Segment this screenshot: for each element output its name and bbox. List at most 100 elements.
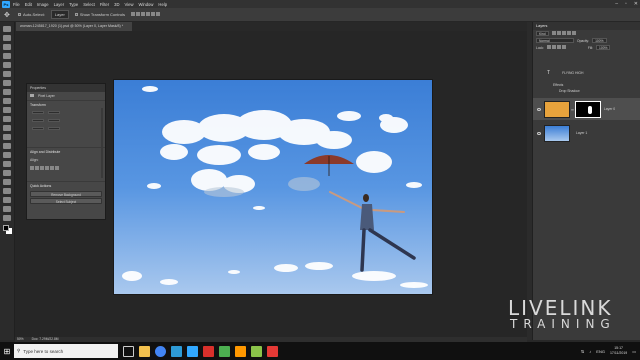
app-icon-2[interactable] [235, 345, 246, 357]
filter-icons[interactable] [551, 31, 577, 36]
document-tab[interactable]: woman-1245817_1920 (1).psd @ 50% (Layer … [16, 22, 132, 31]
move-tool-icon[interactable] [3, 26, 11, 32]
lock-label: Lock: [536, 45, 544, 50]
menu-edit[interactable]: Edit [25, 2, 32, 7]
livelink-watermark: LIVELINK TRAINING [508, 298, 626, 331]
align-icons[interactable] [130, 12, 161, 17]
app-icon-3[interactable] [251, 345, 262, 357]
app-icon-4[interactable] [267, 345, 278, 357]
layer-1-name: Layer 1 [576, 131, 588, 135]
history-brush-icon[interactable] [3, 116, 11, 122]
move-tool-icon[interactable]: ✥ [4, 11, 10, 19]
windows-start-icon[interactable]: ⊞ [0, 342, 14, 360]
fill-field[interactable]: 100% [596, 45, 611, 50]
menu-window[interactable]: Window [139, 2, 154, 7]
opacity-field[interactable]: 100% [592, 38, 607, 43]
remove-background-button[interactable]: Remove Background [30, 191, 102, 197]
path-select-tool-icon[interactable] [3, 179, 11, 185]
more-tools-icon[interactable] [3, 215, 11, 221]
document-canvas[interactable] [113, 79, 433, 295]
show-transform-checkbox[interactable]: Show Transform Controls [74, 12, 125, 17]
marquee-tool-icon[interactable] [3, 35, 11, 41]
menu-select[interactable]: Select [83, 2, 95, 7]
zoom-tool-icon[interactable] [3, 206, 11, 212]
fill-label: Fill: [587, 45, 594, 50]
healing-tool-icon[interactable] [3, 89, 11, 95]
align-buttons[interactable] [27, 164, 105, 173]
task-view-icon[interactable] [123, 345, 134, 357]
link-icon[interactable]: ∞ [571, 107, 574, 112]
windows-taskbar: ⊞ ⚲ Type here to search ⇅ ♪ ENG 15:17 17… [0, 342, 640, 360]
align-sub-label: Align: [30, 158, 39, 162]
blend-row: Normal Opacity: 100% [533, 37, 640, 44]
language-indicator[interactable]: ENG [596, 349, 605, 354]
auto-select-dropdown[interactable]: Layer [50, 10, 69, 19]
quick-actions-header[interactable]: Quick Actions [27, 181, 105, 190]
volume-icon[interactable]: ♪ [589, 349, 591, 354]
blur-tool-icon[interactable] [3, 143, 11, 149]
lock-icons[interactable] [546, 45, 567, 50]
brush-tool-icon[interactable] [3, 98, 11, 104]
taskbar-search-box[interactable]: ⚲ Type here to search [14, 344, 118, 358]
layer-0-mask-thumbnail[interactable] [574, 100, 601, 118]
menu-image[interactable]: Image [37, 2, 49, 7]
clock[interactable]: 15:17 17/11/2019 [610, 346, 627, 356]
layer-1-row[interactable]: Layer 1 [533, 122, 640, 144]
explorer-icon[interactable] [139, 345, 150, 357]
dodge-tool-icon[interactable] [3, 152, 11, 158]
layer-0-row[interactable]: ∞ Layer 0 [533, 98, 640, 120]
layer-kind-label: Pixel Layer [37, 94, 55, 98]
network-icon[interactable]: ⇅ [581, 349, 584, 354]
maximize-icon[interactable]: ▫ [625, 0, 627, 8]
transform-fields-3[interactable] [27, 125, 105, 133]
pen-tool-icon[interactable] [3, 161, 11, 167]
align-header[interactable]: Align and Distribute [27, 147, 105, 156]
gradient-tool-icon[interactable] [3, 134, 11, 140]
eyedropper-tool-icon[interactable] [3, 80, 11, 86]
window-controls: – ▫ ✕ [615, 0, 638, 8]
blend-mode-dropdown[interactable]: Normal [536, 38, 574, 43]
effects-label: Effects [553, 83, 564, 87]
clock-date: 17/11/2019 [609, 351, 628, 355]
visibility-eye-icon[interactable] [537, 131, 541, 135]
visibility-eye-icon[interactable] [537, 107, 541, 111]
type-tool-icon[interactable] [3, 170, 11, 176]
stamp-tool-icon[interactable] [3, 107, 11, 113]
transform-fields-1[interactable] [27, 109, 105, 117]
drop-shadow-row[interactable]: Drop Shadow [533, 88, 640, 94]
menu-view[interactable]: View [125, 2, 134, 7]
close-icon[interactable]: ✕ [634, 0, 638, 8]
transform-header[interactable]: Transform [27, 100, 105, 109]
foreground-color-swatch[interactable] [3, 225, 9, 231]
photoshop-taskbar-icon[interactable] [187, 345, 198, 357]
menu-3d[interactable]: 3D [114, 2, 119, 7]
menu-file[interactable]: File [13, 2, 20, 7]
menu-help[interactable]: Help [158, 2, 167, 7]
menu-filter[interactable]: Filter [100, 2, 109, 7]
menu-type[interactable]: Type [69, 2, 78, 7]
acrobat-icon[interactable] [203, 345, 214, 357]
edge-icon[interactable] [171, 345, 182, 357]
transform-fields-2[interactable] [27, 117, 105, 125]
lasso-tool-icon[interactable] [3, 44, 11, 50]
quick-select-tool-icon[interactable] [3, 53, 11, 59]
options-bar: ✥ Auto-Select: Layer Show Transform Cont… [0, 8, 640, 22]
eraser-tool-icon[interactable] [3, 125, 11, 131]
layers-title[interactable]: Layers [533, 22, 640, 30]
photoshop-logo: Ps [2, 0, 10, 8]
menu-layer[interactable]: Layer [54, 2, 64, 7]
hand-tool-icon[interactable] [3, 197, 11, 203]
minimize-icon[interactable]: – [615, 0, 618, 8]
frame-tool-icon[interactable] [3, 71, 11, 77]
lock-row: Lock: Fill: 100% [533, 44, 640, 51]
auto-select-checkbox[interactable]: Auto-Select: [18, 12, 45, 17]
text-layer-row[interactable]: T FLYING HIGH [533, 67, 640, 79]
properties-scrollbar[interactable] [101, 108, 103, 178]
select-subject-button[interactable]: Select Subject [30, 198, 102, 204]
crop-tool-icon[interactable] [3, 62, 11, 68]
chrome-icon[interactable] [155, 345, 166, 357]
notifications-icon[interactable]: ▭ [632, 349, 636, 354]
shape-tool-icon[interactable] [3, 188, 11, 194]
kind-filter-dropdown[interactable]: Kind [536, 31, 549, 36]
app-icon-1[interactable] [219, 345, 230, 357]
